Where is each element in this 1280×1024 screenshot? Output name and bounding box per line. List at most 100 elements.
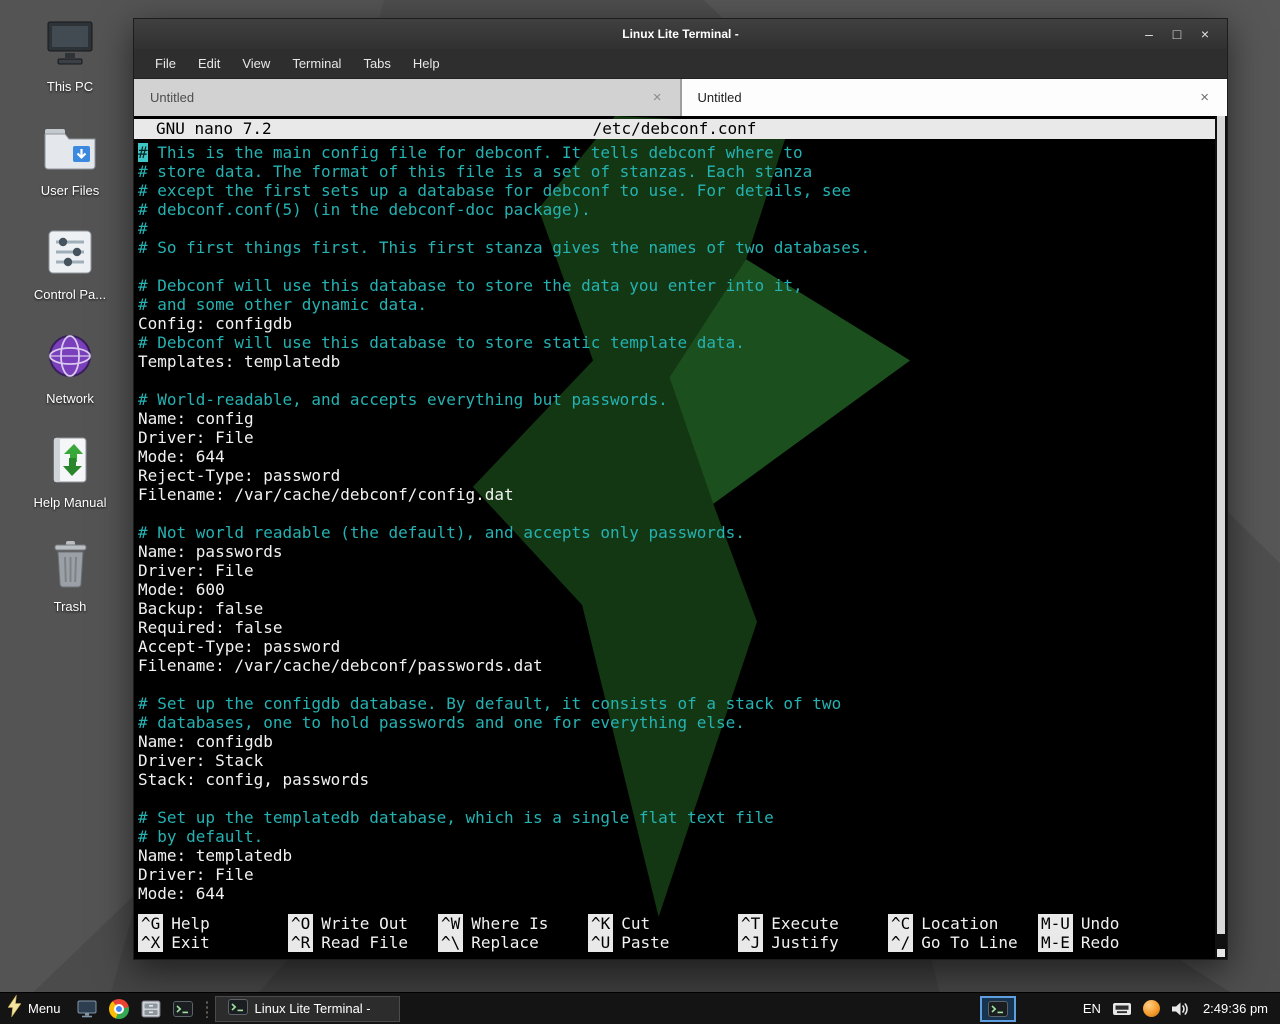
- tab-close-icon[interactable]: ×: [1198, 89, 1211, 106]
- editor-line: Driver: File: [138, 865, 1213, 884]
- nano-shortcut-bar: ^GHelp^OWrite Out^WWhere Is^K Cut ^TExecut…: [138, 914, 1188, 952]
- shortcut-label: Go To Line: [921, 933, 1017, 952]
- nano-shortcut[interactable]: M-U Undo: [1038, 914, 1188, 933]
- editor-line: Name: configdb: [138, 732, 1213, 751]
- nano-shortcut[interactable]: M-ERedo: [1038, 933, 1188, 952]
- desktop-icon-help-manual[interactable]: Help Manual: [18, 432, 122, 510]
- editor-line: # by default.: [138, 827, 1213, 846]
- desktop-icon-label: Control Pa...: [34, 287, 106, 302]
- editor-line: Accept-Type: password: [138, 637, 1213, 656]
- file-manager-icon[interactable]: [138, 996, 164, 1022]
- menu-file[interactable]: File: [144, 49, 187, 78]
- shortcut-label: Paste: [621, 933, 669, 952]
- tab-1[interactable]: Untitled×: [134, 79, 682, 116]
- editor-line: [138, 504, 1213, 523]
- nano-shortcut[interactable]: ^\Replace: [438, 933, 588, 952]
- shortcut-key: ^K: [588, 914, 613, 933]
- shortcut-key: ^U: [588, 933, 613, 952]
- desktop-icon-label: User Files: [41, 183, 100, 198]
- tab-label: Untitled: [150, 90, 651, 105]
- shortcut-label: Location: [921, 914, 998, 933]
- terminal-scrollbar[interactable]: [1215, 116, 1227, 959]
- close-button[interactable]: ×: [1191, 20, 1219, 48]
- desktop-icon-control-panel[interactable]: Control Pa...: [18, 224, 122, 302]
- editor-line: Name: config: [138, 409, 1213, 428]
- keyboard-language-indicator[interactable]: EN: [1083, 1001, 1101, 1016]
- active-window-indicator[interactable]: [980, 996, 1016, 1022]
- shortcut-label: Undo: [1081, 914, 1120, 933]
- update-orange-icon[interactable]: [1143, 1000, 1160, 1017]
- nano-shortcut[interactable]: ^OWrite Out: [288, 914, 438, 933]
- desktop-icon-user-files[interactable]: User Files: [18, 120, 122, 198]
- nano-shortcut[interactable]: ^XExit: [138, 933, 288, 952]
- taskbar: Menu Linux Lite Terminal - EN 2:49:36 pm: [0, 992, 1280, 1024]
- nano-shortcut[interactable]: ^RRead File: [288, 933, 438, 952]
- shortcut-key: ^C: [888, 914, 913, 933]
- desktop-icon-this-pc[interactable]: This PC: [18, 16, 122, 94]
- shortcut-key: ^/: [888, 933, 913, 952]
- nano-shortcut[interactable]: ^TExecute: [738, 914, 888, 933]
- terminal-pane[interactable]: GNU nano 7.2 /etc/debconf.conf # This is…: [134, 116, 1227, 959]
- start-menu-button[interactable]: Menu: [0, 993, 71, 1024]
- nano-shortcut[interactable]: ^U Paste: [588, 933, 738, 952]
- editor-line: [138, 789, 1213, 808]
- menu-help[interactable]: Help: [402, 49, 451, 78]
- shortcut-key: M-E: [1038, 933, 1073, 952]
- nano-shortcut[interactable]: ^/ Go To Line: [888, 933, 1038, 952]
- desktop-icon-label: Help Manual: [34, 495, 107, 510]
- editor-line: Driver: File: [138, 428, 1213, 447]
- desktop-icon-trash[interactable]: Trash: [18, 536, 122, 614]
- shortcut-key: ^R: [288, 933, 313, 952]
- editor-line: Name: templatedb: [138, 846, 1213, 865]
- terminal-icon[interactable]: [170, 996, 196, 1022]
- desktop-icon-label: Trash: [54, 599, 87, 614]
- menu-terminal[interactable]: Terminal: [281, 49, 352, 78]
- editor-line: Driver: Stack: [138, 751, 1213, 770]
- nano-shortcut[interactable]: ^GHelp: [138, 914, 288, 933]
- editor-line: # and some other dynamic data.: [138, 295, 1213, 314]
- nano-shortcut[interactable]: ^C Location: [888, 914, 1038, 933]
- editor-line: # World-readable, and accepts everything…: [138, 390, 1213, 409]
- menubar: FileEditViewTerminalTabsHelp: [134, 49, 1227, 79]
- shortcut-key: M-U: [1038, 914, 1073, 933]
- desktop-icon-network[interactable]: Network: [18, 328, 122, 406]
- chrome-icon[interactable]: [106, 996, 132, 1022]
- editor-line: # debconf.conf(5) (in the debconf-doc pa…: [138, 200, 1213, 219]
- shortcut-key: ^G: [138, 914, 163, 933]
- editor-content[interactable]: # This is the main config file for debco…: [138, 143, 1213, 903]
- editor-line: Stack: config, passwords: [138, 770, 1213, 789]
- nano-shortcut[interactable]: ^WWhere Is: [438, 914, 588, 933]
- tab-close-icon[interactable]: ×: [651, 89, 664, 106]
- tray-icon-area: [1112, 1000, 1189, 1017]
- nano-titlebar: GNU nano 7.2 /etc/debconf.conf: [134, 119, 1215, 139]
- tab-2[interactable]: Untitled×: [682, 79, 1228, 116]
- editor-line: #: [138, 219, 1213, 238]
- tabbar: Untitled×Untitled×: [134, 79, 1227, 116]
- window-title: Linux Lite Terminal -: [622, 27, 738, 41]
- volume-icon[interactable]: [1171, 1001, 1189, 1017]
- menu-edit[interactable]: Edit: [187, 49, 231, 78]
- keyboard-icon[interactable]: [1112, 1002, 1132, 1016]
- control-panel-icon: [42, 224, 98, 280]
- editor-line: [138, 675, 1213, 694]
- panel-handle: [205, 1000, 209, 1018]
- taskbar-window-button[interactable]: Linux Lite Terminal -: [215, 996, 400, 1022]
- editor-line: Driver: File: [138, 561, 1213, 580]
- scrollbar-thumb[interactable]: [1217, 116, 1225, 934]
- clock[interactable]: 2:49:36 pm: [1203, 1001, 1268, 1016]
- scrollbar-corner: [1217, 949, 1225, 957]
- desktop-icon-label: This PC: [47, 79, 93, 94]
- minimize-button[interactable]: –: [1135, 20, 1163, 48]
- titlebar[interactable]: Linux Lite Terminal - – □ ×: [134, 19, 1227, 49]
- maximize-button[interactable]: □: [1163, 20, 1191, 48]
- lightning-bolt-icon: [8, 995, 21, 1022]
- shortcut-label: Cut: [621, 914, 650, 933]
- menu-tabs[interactable]: Tabs: [352, 49, 401, 78]
- editor-line: # except the first sets up a database fo…: [138, 181, 1213, 200]
- menu-view[interactable]: View: [231, 49, 281, 78]
- monitor-app-icon[interactable]: [74, 996, 100, 1022]
- shortcut-label: Where Is: [471, 914, 548, 933]
- nano-shortcut[interactable]: ^K Cut: [588, 914, 738, 933]
- nano-shortcut[interactable]: ^JJustify: [738, 933, 888, 952]
- editor-line: # This is the main config file for debco…: [138, 143, 1213, 162]
